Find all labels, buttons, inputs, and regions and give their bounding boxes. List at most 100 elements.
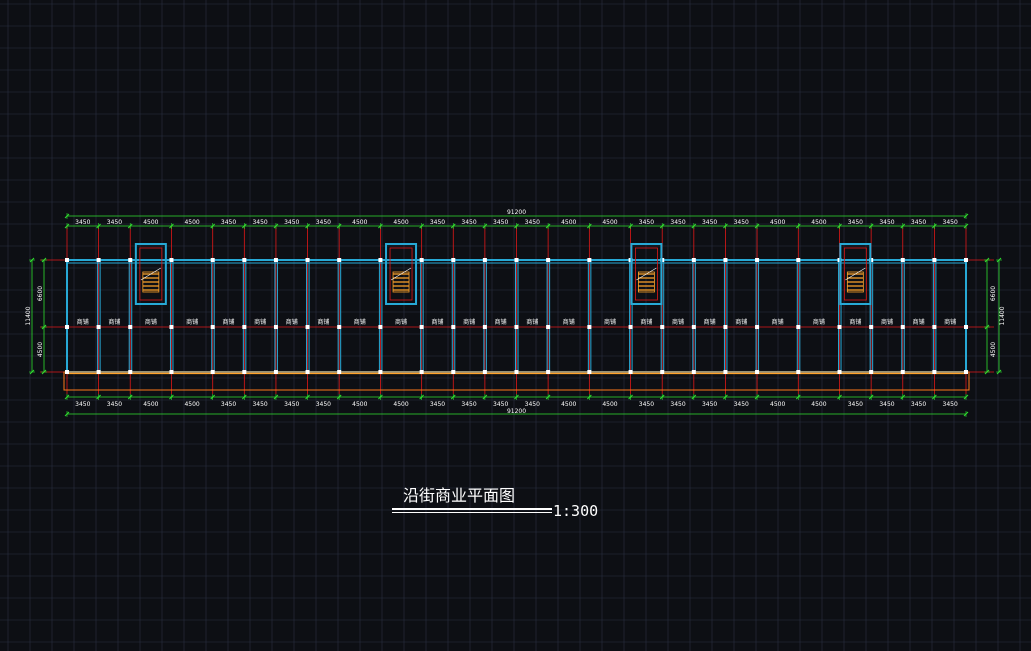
bay-dimension-bottom: 4500 [184,401,199,408]
column-marker [755,258,760,262]
column-marker [242,258,247,262]
column-marker [691,370,696,374]
column-marker [514,370,519,374]
column-marker [378,258,383,262]
total-depth-left: 11400 [25,306,32,325]
column-marker [337,258,342,262]
column-marker [837,370,842,374]
bay-dimension-top: 3450 [911,219,926,226]
column-marker [210,325,215,329]
room-label: 商铺 [286,318,298,326]
bay-dimension-top: 3450 [316,219,331,226]
column-marker [691,258,696,262]
column-marker [337,370,342,374]
bay-dimension-bottom: 4500 [811,401,826,408]
room-label: 商铺 [672,318,684,326]
drawing-scale: 1:300 [553,502,598,520]
bay-dimension-bottom: 3450 [848,401,863,408]
bay-dimension-top: 4500 [561,219,576,226]
room-label: 商铺 [354,318,366,326]
bay-dimension-top: 3450 [670,219,685,226]
column-marker [242,325,247,329]
bay-dimension-bottom: 3450 [75,401,90,408]
column-marker [964,370,968,374]
column-marker [628,325,633,329]
room-label: 商铺 [463,318,475,326]
column-marker [628,370,633,374]
room-label: 商铺 [640,318,652,326]
column-marker [546,258,551,262]
bay-dimension-bottom: 3450 [316,401,331,408]
column-marker [900,258,905,262]
bay-dimension-bottom: 3450 [702,401,717,408]
column-marker [932,325,937,329]
column-marker [964,258,968,262]
column-marker [65,370,69,374]
column-marker [755,370,760,374]
room-label: 商铺 [604,318,616,326]
room-label: 商铺 [563,318,575,326]
bay-dimension-top: 4500 [602,219,617,226]
bay-dimension-top: 3450 [75,219,90,226]
bay-dimension-bottom: 3450 [911,401,926,408]
column-marker [128,370,133,374]
column-marker [210,258,215,262]
column-marker [273,325,278,329]
bay-dimension-bottom: 3450 [639,401,654,408]
column-marker [796,370,801,374]
column-marker [587,258,592,262]
room-label: 商铺 [735,318,747,326]
column-marker [660,325,665,329]
column-marker [242,370,247,374]
column-marker [65,325,69,329]
column-marker [451,258,456,262]
column-marker [514,258,519,262]
bay-dimension-top: 3450 [879,219,894,226]
column-marker [723,325,728,329]
column-marker [482,370,487,374]
bay-dimension-bottom: 3450 [221,401,236,408]
room-label: 商铺 [849,318,861,326]
cad-drawing-canvas: 商铺 商铺 商铺 商铺 商铺 商铺 商铺 商铺 商铺 商铺 商铺 商铺 商铺 商铺 商铺 商铺 商铺 商铺 商铺 商铺… [0,0,1031,651]
bay-dimension-top: 4500 [770,219,785,226]
room-label: 商铺 [495,318,507,326]
front-depth-left: 6600 [37,286,44,301]
room-label: 商铺 [431,318,443,326]
column-marker [660,370,665,374]
bay-dimension-top: 3450 [848,219,863,226]
bay-dimension-top: 4500 [811,219,826,226]
column-marker [96,370,101,374]
column-marker [964,325,968,329]
bay-dimension-bottom: 4500 [352,401,367,408]
room-label: 商铺 [772,318,784,326]
column-marker [378,325,383,329]
bay-dimension-bottom: 3450 [943,401,958,408]
column-marker [96,325,101,329]
bay-dimension-top: 3450 [639,219,654,226]
title-underline-top [392,508,552,510]
bay-dimension-bottom: 3450 [879,401,894,408]
column-marker [273,370,278,374]
column-marker [210,370,215,374]
bay-dimension-bottom: 3450 [430,401,445,408]
bay-dimension-top: 4500 [143,219,158,226]
room-label: 商铺 [186,318,198,326]
bay-dimension-bottom: 3450 [734,401,749,408]
bay-dimension-bottom: 3450 [493,401,508,408]
rear-depth-right: 4500 [990,342,997,357]
room-label: 商铺 [395,318,407,326]
bay-dimension-top: 3450 [284,219,299,226]
bay-dimension-top: 4500 [184,219,199,226]
room-label: 商铺 [108,318,120,326]
rear-depth-left: 4500 [37,342,44,357]
bay-dimension-top: 3450 [493,219,508,226]
bay-dimension-top: 3450 [702,219,717,226]
bay-dimension-top: 3450 [943,219,958,226]
column-marker [546,325,551,329]
bay-dimension-top: 3450 [221,219,236,226]
column-marker [932,370,937,374]
column-marker [128,325,133,329]
total-depth-right: 11400 [999,306,1006,325]
column-marker [755,325,760,329]
bay-dimension-bottom: 3450 [284,401,299,408]
